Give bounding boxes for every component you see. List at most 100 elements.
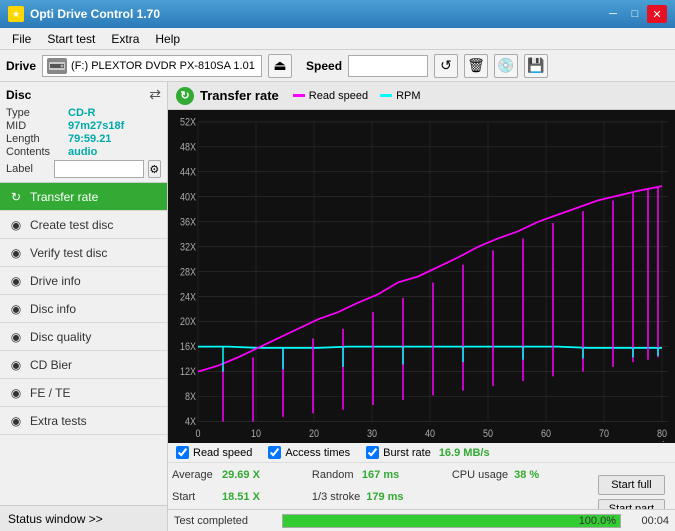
nav-item-disc-info[interactable]: ◉ Disc info: [0, 295, 167, 323]
svg-text:70: 70: [599, 428, 609, 440]
read-speed-checkbox[interactable]: [176, 446, 189, 459]
read-speed-checkbox-item: Read speed: [176, 446, 252, 459]
average-label: Average: [172, 469, 216, 481]
stat-row-cpu: CPU usage 38 %: [452, 465, 592, 485]
fe-te-icon: ◉: [8, 385, 24, 401]
drive-value: (F:) PLEXTOR DVDR PX-810SA 1.01: [71, 60, 255, 72]
refresh-button[interactable]: ↺: [434, 54, 458, 78]
nav-item-create-test-disc[interactable]: ◉ Create test disc: [0, 211, 167, 239]
eject-button[interactable]: ⏏: [268, 54, 292, 78]
cpu-label: CPU usage: [452, 469, 508, 481]
sidebar: Disc ⇄ Type CD-R MID 97m27s18f Length 79…: [0, 82, 168, 531]
disc-label-input[interactable]: [54, 160, 144, 178]
nav-item-drive-info[interactable]: ◉ Drive info: [0, 267, 167, 295]
progress-percent: 100.0%: [579, 515, 616, 527]
legend-pink-dot: [293, 94, 305, 97]
chart-header: ↻ Transfer rate Read speed RPM: [168, 82, 675, 110]
nav-item-fe-te[interactable]: ◉ FE / TE: [0, 379, 167, 407]
extra-tests-icon: ◉: [8, 413, 24, 429]
create-test-disc-icon: ◉: [8, 217, 24, 233]
svg-text:48X: 48X: [180, 142, 196, 154]
nav-item-extra-tests[interactable]: ◉ Extra tests: [0, 407, 167, 435]
svg-text:24X: 24X: [180, 292, 196, 304]
chart-svg: 52X 48X 44X 40X 36X 32X 28X 24X 20X 16X …: [168, 110, 675, 443]
stat-row-onethird: 1/3 stroke 179 ms: [312, 487, 452, 507]
menu-extra[interactable]: Extra: [103, 30, 147, 48]
svg-text:52X: 52X: [180, 117, 196, 129]
nav-label-extra-tests: Extra tests: [30, 414, 87, 428]
legend-rpm: RPM: [380, 90, 420, 102]
svg-text:36X: 36X: [180, 217, 196, 229]
svg-text:10: 10: [251, 428, 261, 440]
checkboxes-row: Read speed Access times Burst rate 16.9 …: [168, 443, 675, 463]
chart-header-icon: ↻: [176, 87, 194, 105]
maximize-button[interactable]: □: [625, 5, 645, 23]
drive-info-icon: ◉: [8, 273, 24, 289]
start-full-button[interactable]: Start full: [598, 475, 665, 495]
length-label: Length: [6, 133, 68, 145]
speed-label: Speed: [306, 59, 342, 73]
main-layout: Disc ⇄ Type CD-R MID 97m27s18f Length 79…: [0, 82, 675, 531]
burst-rate-checkbox[interactable]: [366, 446, 379, 459]
random-value: 167 ms: [362, 469, 416, 481]
cpu-value: 38 %: [514, 469, 568, 481]
legend-rpm-label: RPM: [396, 90, 420, 102]
disc-label-label: Label: [6, 163, 50, 175]
disc-quality-icon: ◉: [8, 329, 24, 345]
menu-start-test[interactable]: Start test: [39, 30, 103, 48]
minimize-button[interactable]: ─: [603, 5, 623, 23]
onethird-value: 179 ms: [366, 491, 420, 503]
onethird-label: 1/3 stroke: [312, 491, 360, 503]
read-speed-checkbox-label: Read speed: [193, 447, 252, 459]
disc-panel: Disc ⇄ Type CD-R MID 97m27s18f Length 79…: [0, 82, 167, 183]
svg-text:30: 30: [367, 428, 377, 440]
chart-title: Transfer rate: [200, 88, 279, 103]
svg-text:60: 60: [541, 428, 551, 440]
svg-text:8X: 8X: [185, 392, 196, 404]
menu-help[interactable]: Help: [147, 30, 188, 48]
svg-text:0: 0: [195, 428, 200, 440]
nav-label-create-test-disc: Create test disc: [30, 218, 113, 232]
nav-label-fe-te: FE / TE: [30, 386, 70, 400]
burn-button[interactable]: 💿: [494, 54, 518, 78]
svg-text:28X: 28X: [180, 267, 196, 279]
access-times-checkbox[interactable]: [268, 446, 281, 459]
title-bar-controls: ─ □ ✕: [603, 5, 667, 23]
save-button[interactable]: 💾: [524, 54, 548, 78]
disc-label-gear[interactable]: ⚙: [148, 160, 161, 178]
progress-bar: 100.0%: [282, 514, 621, 528]
svg-text:12X: 12X: [180, 367, 196, 379]
nav-label-transfer-rate: Transfer rate: [30, 190, 98, 204]
chart-container: 52X 48X 44X 40X 36X 32X 28X 24X 20X 16X …: [168, 110, 675, 443]
nav-item-transfer-rate[interactable]: ↻ Transfer rate: [0, 183, 167, 211]
start-value: 18.51 X: [222, 491, 276, 503]
title-bar: ★ Opti Drive Control 1.70 ─ □ ✕: [0, 0, 675, 28]
nav-item-cd-bier[interactable]: ◉ CD Bier: [0, 351, 167, 379]
app-title: Opti Drive Control 1.70: [30, 7, 160, 21]
legend-cyan-dot: [380, 94, 392, 97]
svg-text:44X: 44X: [180, 167, 196, 179]
disc-panel-arrow[interactable]: ⇄: [149, 86, 161, 103]
svg-text:40: 40: [425, 428, 435, 440]
close-button[interactable]: ✕: [647, 5, 667, 23]
legend-read-speed: Read speed: [293, 90, 368, 102]
drive-label: Drive: [6, 59, 36, 73]
burst-rate-checkbox-item: Burst rate 16.9 MB/s: [366, 446, 489, 459]
burst-rate-checkbox-label: Burst rate: [383, 447, 431, 459]
svg-text:50: 50: [483, 428, 493, 440]
nav-item-verify-test-disc[interactable]: ◉ Verify test disc: [0, 239, 167, 267]
status-text: Test completed: [174, 515, 274, 527]
status-bar: Test completed 100.0% 00:04: [168, 509, 675, 531]
status-window-button[interactable]: Status window >>: [0, 505, 167, 531]
svg-text:32X: 32X: [180, 242, 196, 254]
app-icon: ★: [8, 6, 24, 22]
drive-selector[interactable]: (F:) PLEXTOR DVDR PX-810SA 1.01: [42, 55, 262, 77]
speed-selector[interactable]: [348, 55, 428, 77]
burst-rate-value: 16.9 MB/s: [439, 447, 490, 459]
svg-text:min: min: [655, 440, 669, 443]
erase-button[interactable]: 🗑: [464, 54, 488, 78]
menu-file[interactable]: File: [4, 30, 39, 48]
access-times-checkbox-item: Access times: [268, 446, 350, 459]
nav-item-disc-quality[interactable]: ◉ Disc quality: [0, 323, 167, 351]
transfer-rate-icon: ↻: [8, 189, 24, 205]
